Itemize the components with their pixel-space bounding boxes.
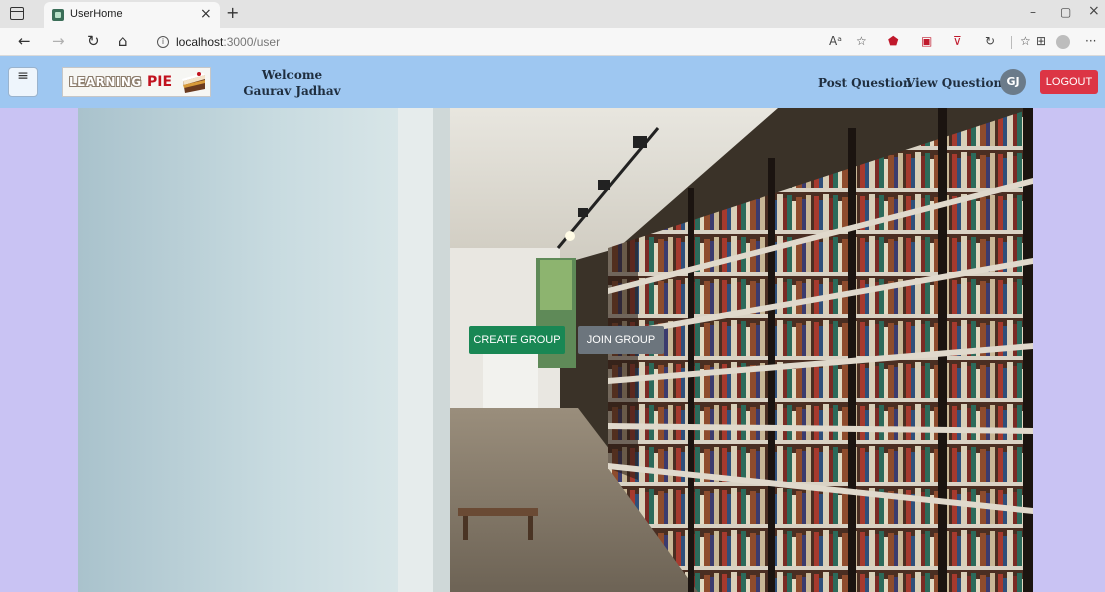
avatar[interactable]: GJ (1000, 69, 1026, 95)
profile-icon[interactable] (1056, 35, 1070, 49)
home-icon[interactable]: ⌂ (118, 32, 128, 50)
favorite-icon[interactable]: ☆ (856, 34, 867, 48)
browser-tab-bar: UserHome × + – ▢ × (0, 0, 1105, 28)
hamburger-icon: ≡ (17, 68, 29, 84)
extensions-icon[interactable]: ↻ (985, 34, 995, 48)
logo-pie-text: PIE (147, 74, 173, 90)
logo-learning-text: LEARNING (69, 75, 142, 89)
url-input[interactable]: localhost:3000/user (176, 35, 280, 49)
hero-library-image: CREATE GROUP JOIN GROUP (78, 108, 1033, 592)
tab-actions-icon[interactable] (10, 7, 24, 20)
new-tab-icon[interactable]: + (226, 3, 239, 22)
tab-title: UserHome (70, 8, 123, 20)
tab-close-icon[interactable]: × (200, 6, 212, 22)
more-icon[interactable]: ··· (1085, 34, 1096, 48)
cake-slice-icon (182, 72, 205, 93)
site-info-icon[interactable]: i (157, 36, 169, 48)
learning-pie-logo[interactable]: LEARNING PIE (62, 67, 211, 97)
restore-icon[interactable]: ▢ (1060, 5, 1071, 19)
menu-toggle-button[interactable]: ≡ (8, 67, 38, 97)
welcome-message: Welcome Gaurav Jadhav (232, 67, 352, 99)
post-question-link[interactable]: Post Question (818, 76, 912, 90)
url-path: :3000/user (223, 35, 281, 49)
favorites-bar-icon[interactable]: ☆ (1020, 34, 1031, 48)
logout-button[interactable]: LOGOUT (1040, 70, 1098, 94)
url-host: localhost (176, 35, 224, 49)
collections-icon[interactable]: ⊞ (1036, 34, 1046, 48)
create-group-button[interactable]: CREATE GROUP (469, 326, 565, 354)
forward-icon[interactable]: → (52, 32, 65, 50)
back-icon[interactable]: ← (18, 32, 31, 50)
welcome-label: Welcome (261, 68, 323, 82)
browser-address-bar: ← → ↻ ⌂ i localhost:3000/user Aᵃ ☆ ⬟ ▣ ⊽… (0, 28, 1105, 56)
app-navbar: ≡ LEARNING PIE Welcome Gaurav Jadhav Pos… (0, 56, 1105, 108)
toolbar-divider (1011, 36, 1012, 49)
video-extension-icon[interactable]: ▣ (921, 34, 932, 48)
read-aloud-icon[interactable]: Aᵃ (829, 34, 842, 48)
minimize-icon[interactable]: – (1030, 5, 1036, 19)
shield-extension-icon[interactable]: ⬟ (888, 34, 898, 48)
favicon-icon (52, 9, 64, 21)
window-close-icon[interactable]: × (1088, 3, 1100, 19)
reload-icon[interactable]: ↻ (87, 32, 100, 50)
browser-tab-userhome[interactable]: UserHome × (44, 2, 220, 28)
view-questions-link[interactable]: View Questions (906, 76, 1009, 90)
join-group-button[interactable]: JOIN GROUP (578, 326, 664, 354)
user-name: Gaurav Jadhav (243, 84, 341, 98)
pocket-extension-icon[interactable]: ⊽ (953, 34, 962, 48)
